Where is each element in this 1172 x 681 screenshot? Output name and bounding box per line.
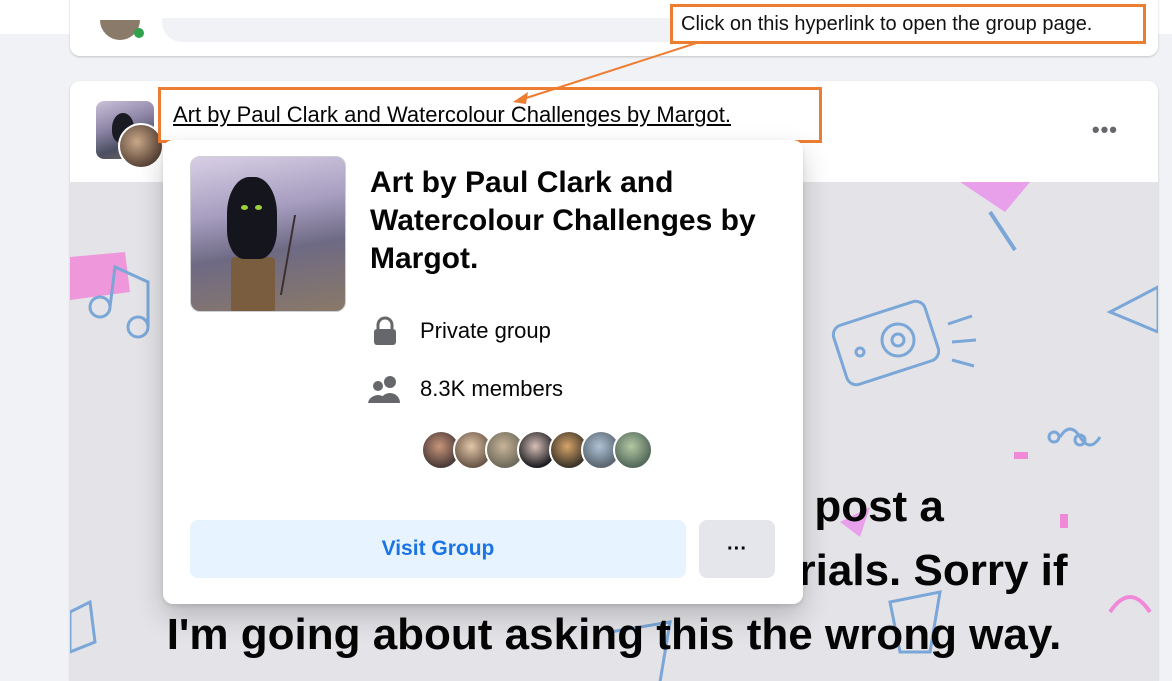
- annotation-highlight-box: [158, 87, 822, 143]
- members-row: 8.3K members: [368, 372, 563, 406]
- post-text-line: I'm going about asking this the wrong wa…: [166, 610, 1062, 659]
- privacy-label: Private group: [420, 318, 551, 343]
- people-icon: [368, 372, 402, 406]
- lock-icon: [368, 314, 402, 348]
- online-status-icon: [134, 28, 144, 38]
- members-count: 8.3K members: [420, 376, 564, 401]
- group-title[interactable]: Art by Paul Clark and Watercolour Challe…: [370, 164, 780, 278]
- group-hover-card: Art by Paul Clark and Watercolour Challe…: [163, 140, 803, 604]
- more-options-icon[interactable]: •••: [1092, 117, 1118, 143]
- annotation-callout: Click on this hyperlink to open the grou…: [670, 4, 1146, 44]
- privacy-row: Private group: [368, 314, 551, 348]
- visit-group-button[interactable]: Visit Group: [190, 520, 686, 578]
- avatar[interactable]: [613, 430, 653, 470]
- group-cover-image[interactable]: [190, 156, 346, 312]
- more-options-button[interactable]: ···: [699, 520, 775, 578]
